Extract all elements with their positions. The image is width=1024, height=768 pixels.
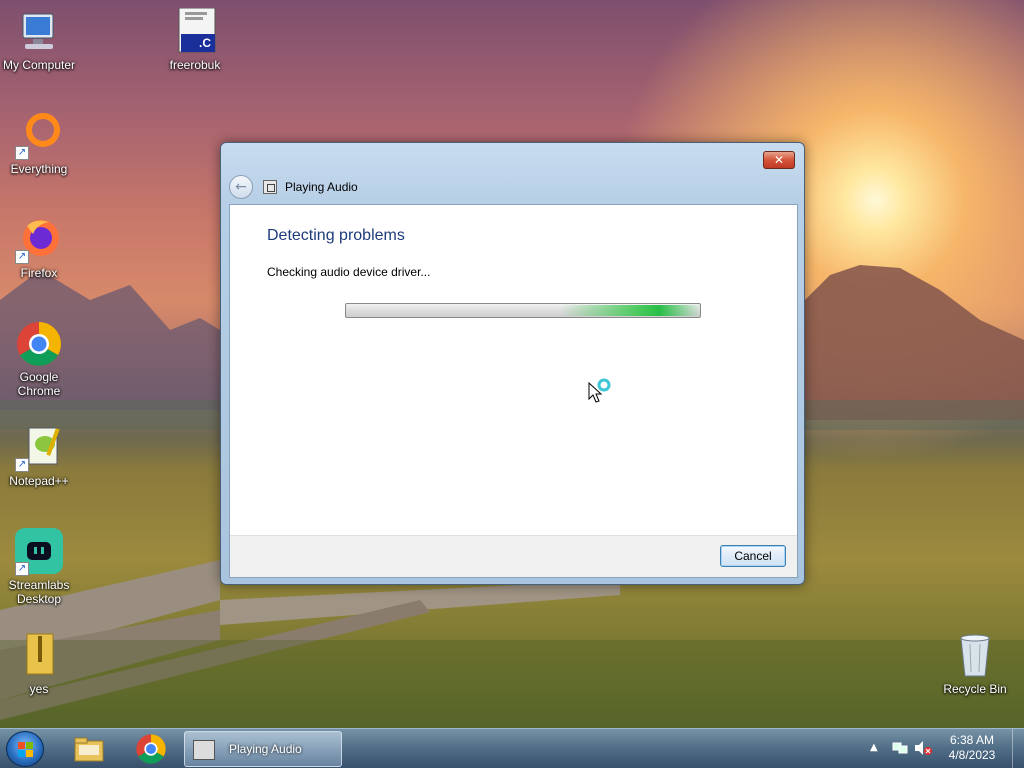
status-text: Checking audio device driver... bbox=[267, 265, 431, 279]
show-hidden-icons-button[interactable]: ▲ bbox=[870, 742, 878, 753]
show-desktop-button[interactable] bbox=[1012, 729, 1024, 768]
file-badge: .C bbox=[199, 36, 211, 50]
taskbar-item-playing-audio[interactable]: Playing Audio bbox=[184, 731, 342, 767]
chrome-icon bbox=[15, 320, 63, 368]
desktop-icon-label: Streamlabs Desktop bbox=[8, 578, 70, 606]
clock-time: 6:38 AM bbox=[949, 733, 995, 747]
navigation-bar: ← Playing Audio bbox=[229, 175, 358, 199]
shortcut-arrow-icon: ↗ bbox=[15, 250, 29, 264]
shortcut-arrow-icon: ↗ bbox=[15, 146, 29, 160]
back-arrow-icon[interactable]: ← bbox=[229, 175, 253, 199]
desktop-icon-everything[interactable]: ↗ Everything bbox=[0, 112, 78, 176]
desktop-icon-label: Everything bbox=[10, 162, 68, 176]
clock-date: 4/8/2023 bbox=[948, 748, 996, 762]
troubleshooter-icon bbox=[263, 180, 277, 194]
dialog-content: Detecting problems Checking audio device… bbox=[229, 204, 798, 578]
desktop-icon-label: Notepad++ bbox=[9, 474, 69, 488]
troubleshooter-window: ✕ ← Playing Audio Detecting problems Che… bbox=[220, 142, 805, 585]
desktop-icon-recycle-bin[interactable]: Recycle Bin bbox=[936, 632, 1014, 696]
windows-logo-icon bbox=[18, 742, 34, 758]
desktop-icon-label: Google Chrome bbox=[17, 370, 61, 398]
desktop-icon-my-computer[interactable]: My Computer bbox=[0, 8, 78, 72]
troubleshooter-icon bbox=[193, 740, 215, 760]
desktop-icon-label: yes bbox=[29, 682, 49, 696]
page-heading: Detecting problems bbox=[267, 227, 405, 244]
desktop-icon-notepad-plus-plus[interactable]: ↗ Notepad++ bbox=[0, 424, 78, 488]
desktop-icon-streamlabs[interactable]: ↗ Streamlabs Desktop bbox=[0, 528, 78, 606]
file-explorer-icon[interactable] bbox=[73, 733, 105, 765]
taskbar-item-label: Playing Audio bbox=[229, 742, 302, 756]
everything-icon: ↗ bbox=[15, 112, 63, 160]
network-icon[interactable] bbox=[892, 740, 908, 759]
chrome-taskbar-icon[interactable] bbox=[135, 733, 167, 765]
taskbar: Playing Audio ▲ 6:38 AM 4/8/2023 bbox=[0, 728, 1024, 768]
desktop-icon-firefox[interactable]: ↗ Firefox bbox=[0, 216, 78, 280]
busy-cursor-icon bbox=[588, 378, 611, 403]
zip-folder-icon bbox=[15, 632, 63, 680]
cancel-button[interactable]: Cancel bbox=[720, 545, 786, 567]
progress-marquee bbox=[561, 305, 700, 316]
c-file-icon: .C bbox=[171, 7, 219, 56]
close-button[interactable]: ✕ bbox=[763, 151, 795, 169]
recycle-bin-icon bbox=[951, 632, 999, 680]
computer-icon bbox=[15, 8, 63, 56]
notepad-plus-plus-icon: ↗ bbox=[15, 424, 63, 472]
desktop-icon-label: Firefox bbox=[20, 266, 58, 280]
desktop-icon-label: My Computer bbox=[2, 58, 76, 72]
desktop-icon-label: Recycle Bin bbox=[943, 682, 1007, 696]
desktop-icon-freerobuk[interactable]: .C freerobuk bbox=[156, 7, 234, 72]
system-clock[interactable]: 6:38 AM 4/8/2023 bbox=[930, 733, 1014, 763]
progress-bar bbox=[345, 303, 701, 318]
streamlabs-icon: ↗ bbox=[15, 528, 63, 576]
shortcut-arrow-icon: ↗ bbox=[15, 562, 29, 576]
desktop-icon-yes[interactable]: yes bbox=[0, 632, 78, 696]
dialog-footer: Cancel bbox=[230, 535, 797, 577]
window-title: Playing Audio bbox=[285, 180, 358, 194]
desktop-icon-google-chrome[interactable]: Google Chrome bbox=[0, 320, 78, 398]
shortcut-arrow-icon: ↗ bbox=[15, 458, 29, 472]
desktop-icon-label: freerobuk bbox=[169, 58, 221, 72]
firefox-icon: ↗ bbox=[15, 216, 63, 264]
start-button[interactable] bbox=[6, 731, 44, 767]
